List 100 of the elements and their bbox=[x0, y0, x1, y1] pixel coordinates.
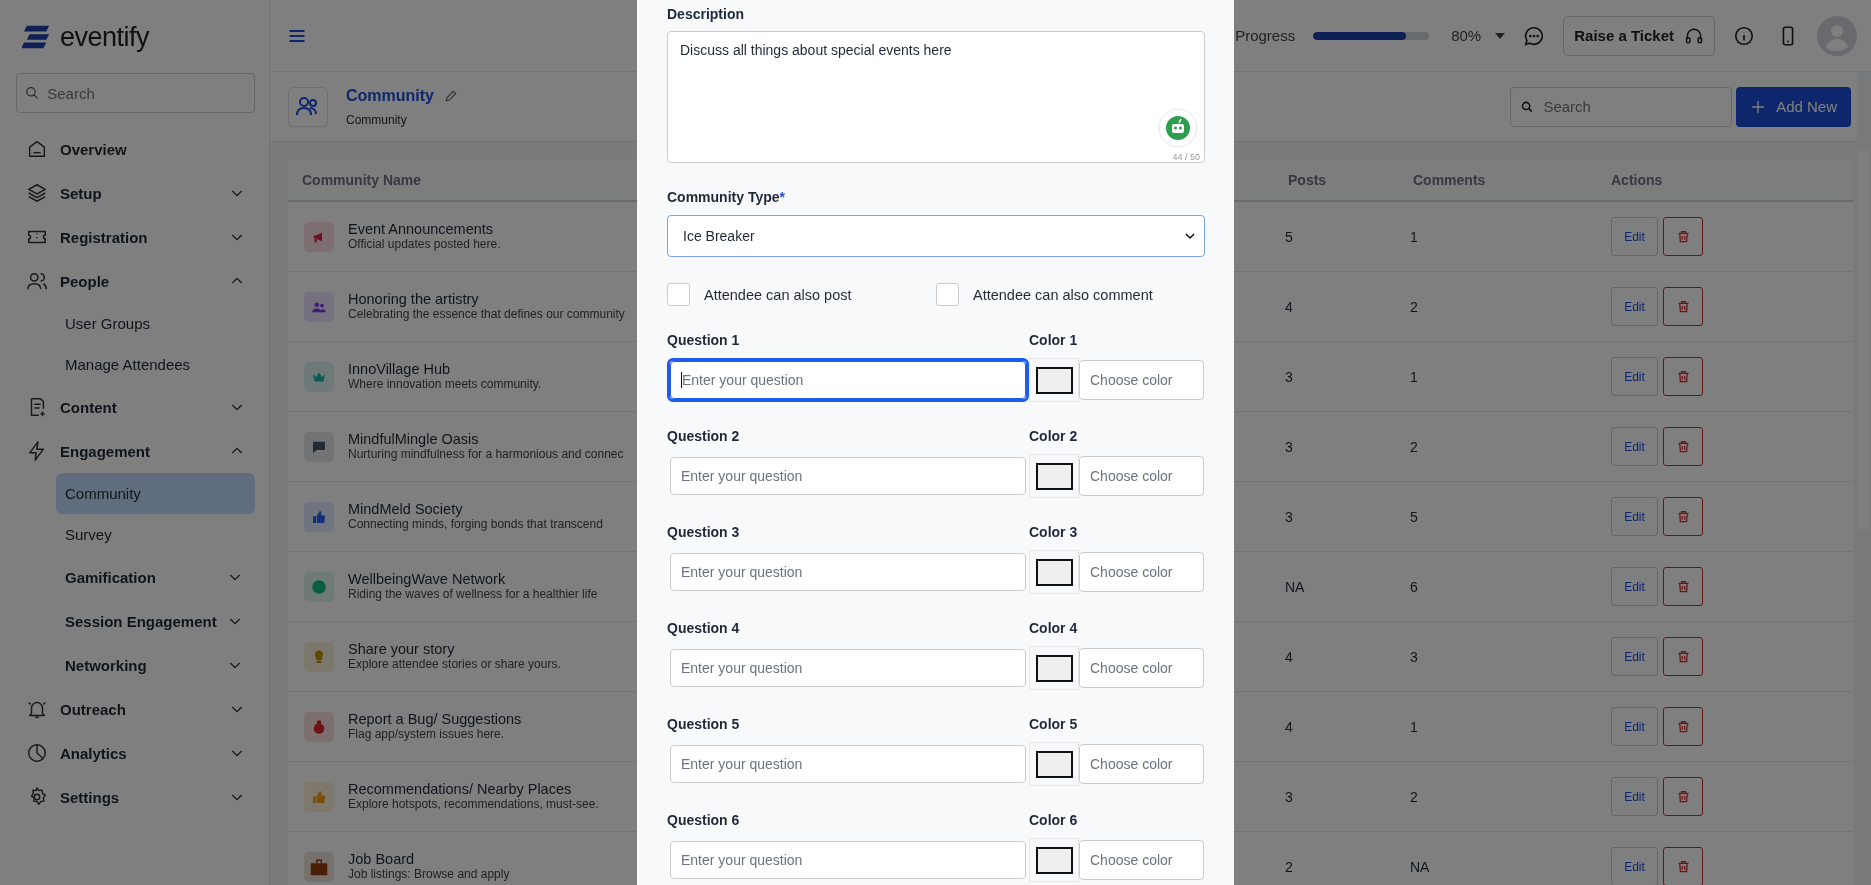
delete-button[interactable] bbox=[1663, 357, 1703, 396]
delete-button[interactable] bbox=[1663, 287, 1703, 326]
edit-button[interactable]: Edit bbox=[1611, 847, 1658, 885]
nav-item[interactable]: Settings bbox=[16, 775, 255, 819]
delete-button[interactable] bbox=[1663, 777, 1703, 816]
edit-button[interactable]: Edit bbox=[1611, 637, 1658, 676]
raise-ticket-button[interactable]: Raise a Ticket bbox=[1563, 15, 1715, 56]
nav-item[interactable]: Content bbox=[16, 385, 255, 429]
checkbox-label: Attendee can also comment bbox=[973, 286, 1153, 303]
edit-button[interactable]: Edit bbox=[1611, 707, 1658, 746]
community-description: Celebrating the essence that defines our community bbox=[348, 308, 625, 323]
checkbox[interactable] bbox=[936, 283, 959, 306]
nav-item[interactable]: Analytics bbox=[16, 731, 255, 775]
search-icon bbox=[1521, 99, 1534, 114]
community-name: Share your story bbox=[348, 640, 456, 658]
nav-item[interactable]: Setup bbox=[16, 171, 255, 215]
delete-button[interactable] bbox=[1663, 637, 1703, 676]
edit-button[interactable]: Edit bbox=[1611, 287, 1658, 326]
search-input[interactable]: Search bbox=[1541, 97, 1722, 116]
field-label: Question 6 bbox=[667, 812, 741, 828]
question-field[interactable]: Enter your question bbox=[667, 646, 1029, 690]
column-header: Posts bbox=[1288, 172, 1327, 188]
breadcrumb: Community bbox=[346, 112, 408, 127]
nav-subitem[interactable]: Survey bbox=[56, 514, 255, 555]
color-swatch[interactable] bbox=[1029, 358, 1079, 402]
comments-cell: NA bbox=[1410, 858, 1430, 875]
nav-subitem[interactable]: Session Engagement bbox=[56, 599, 255, 643]
caret-icon[interactable] bbox=[1495, 32, 1506, 39]
color-field[interactable]: Choose color bbox=[1079, 648, 1204, 688]
comments-cell: 2 bbox=[1410, 298, 1418, 315]
community-description: Job listings: Browse and apply bbox=[348, 868, 510, 883]
color-swatch[interactable] bbox=[1029, 550, 1079, 594]
robot-icon[interactable] bbox=[1158, 108, 1198, 148]
color-field[interactable]: Choose color bbox=[1079, 360, 1204, 400]
question-field[interactable]: Enter your question bbox=[667, 550, 1029, 594]
search-field[interactable]: Search bbox=[16, 73, 255, 113]
field-label: Color 4 bbox=[1029, 620, 1078, 636]
nav-item[interactable]: People bbox=[16, 259, 255, 303]
search-input[interactable]: Search bbox=[45, 83, 246, 103]
nav-subitem[interactable]: Manage Attendees bbox=[56, 344, 255, 385]
nav-item[interactable]: Outreach bbox=[16, 687, 255, 731]
edit-button[interactable]: Edit bbox=[1611, 217, 1658, 256]
field-label: Color 3 bbox=[1029, 524, 1078, 540]
community-description: Flag app/system issues here. bbox=[348, 728, 506, 743]
color-swatch[interactable] bbox=[1029, 742, 1079, 786]
nav-item[interactable]: Registration bbox=[16, 215, 255, 259]
edit-button[interactable]: Edit bbox=[1611, 497, 1658, 536]
delete-button[interactable] bbox=[1663, 497, 1703, 536]
required-asterisk: * bbox=[779, 189, 785, 205]
community-type-select[interactable]: Ice Breaker bbox=[667, 215, 1205, 257]
delete-button[interactable] bbox=[1663, 427, 1703, 466]
description-field[interactable]: Discuss all things about special events here 44 / 50 bbox=[667, 31, 1205, 163]
field-label: Community Type bbox=[667, 189, 780, 205]
color-field[interactable]: Choose color bbox=[1079, 744, 1204, 784]
plus-icon bbox=[1750, 98, 1767, 115]
chat-icon[interactable] bbox=[1523, 24, 1546, 47]
edit-button[interactable]: Edit bbox=[1611, 427, 1658, 466]
community-description: Riding the waves of wellness for a healthier life bbox=[348, 588, 598, 603]
color-field[interactable]: Choose color bbox=[1079, 552, 1204, 592]
nav-subitem[interactable]: User Groups bbox=[56, 303, 255, 344]
add-new-button[interactable]: Add New bbox=[1736, 86, 1851, 127]
checkbox[interactable] bbox=[667, 283, 690, 306]
community-description: Explore attendee stories or share yours. bbox=[348, 658, 561, 673]
nav-item[interactable]: Engagement bbox=[16, 429, 255, 473]
info-icon[interactable] bbox=[1733, 24, 1755, 47]
logo-icon bbox=[22, 24, 52, 50]
color-swatch[interactable] bbox=[1029, 646, 1079, 690]
color-swatch[interactable] bbox=[1029, 454, 1079, 498]
nav-subitem[interactable]: Community bbox=[56, 473, 255, 514]
delete-button[interactable] bbox=[1663, 567, 1703, 606]
nav-item[interactable]: Overview bbox=[16, 127, 255, 171]
question-field[interactable]: Enter your question bbox=[667, 838, 1029, 882]
delete-button[interactable] bbox=[1663, 847, 1703, 885]
posts-cell: NA bbox=[1285, 578, 1305, 595]
community-description: Connecting minds, forging bonds that transcend bbox=[348, 518, 603, 533]
posts-cell: 5 bbox=[1285, 228, 1293, 245]
color-swatch[interactable] bbox=[1029, 838, 1079, 882]
delete-button[interactable] bbox=[1663, 707, 1703, 746]
search-field[interactable]: Search bbox=[1510, 86, 1733, 127]
edit-button[interactable]: Edit bbox=[1611, 357, 1658, 396]
nav-subitem[interactable]: Networking bbox=[56, 643, 255, 687]
edit-button[interactable]: Edit bbox=[1611, 567, 1658, 606]
nav-subitem[interactable]: Gamification bbox=[56, 555, 255, 599]
question-field[interactable]: Enter your question bbox=[667, 742, 1029, 786]
question-field[interactable]: Enter your question bbox=[667, 454, 1029, 498]
comments-cell: 1 bbox=[1410, 368, 1418, 385]
edit-button[interactable]: Edit bbox=[1611, 777, 1658, 816]
field-label: Color 5 bbox=[1029, 716, 1078, 732]
nav-icon bbox=[26, 138, 48, 160]
color-field[interactable]: Choose color bbox=[1079, 840, 1204, 880]
color-field[interactable]: Choose color bbox=[1079, 456, 1204, 496]
question-field[interactable]: Enter your question bbox=[667, 358, 1029, 402]
delete-button[interactable] bbox=[1663, 217, 1703, 256]
search-icon bbox=[25, 85, 40, 101]
pencil-icon[interactable] bbox=[444, 88, 458, 103]
field-label: Color 1 bbox=[1029, 332, 1078, 348]
posts-cell: 4 bbox=[1285, 648, 1293, 665]
field-label: Description bbox=[667, 6, 745, 22]
field-label: Question 3 bbox=[667, 524, 741, 540]
community-name: WellbeingWave Network bbox=[348, 570, 507, 588]
